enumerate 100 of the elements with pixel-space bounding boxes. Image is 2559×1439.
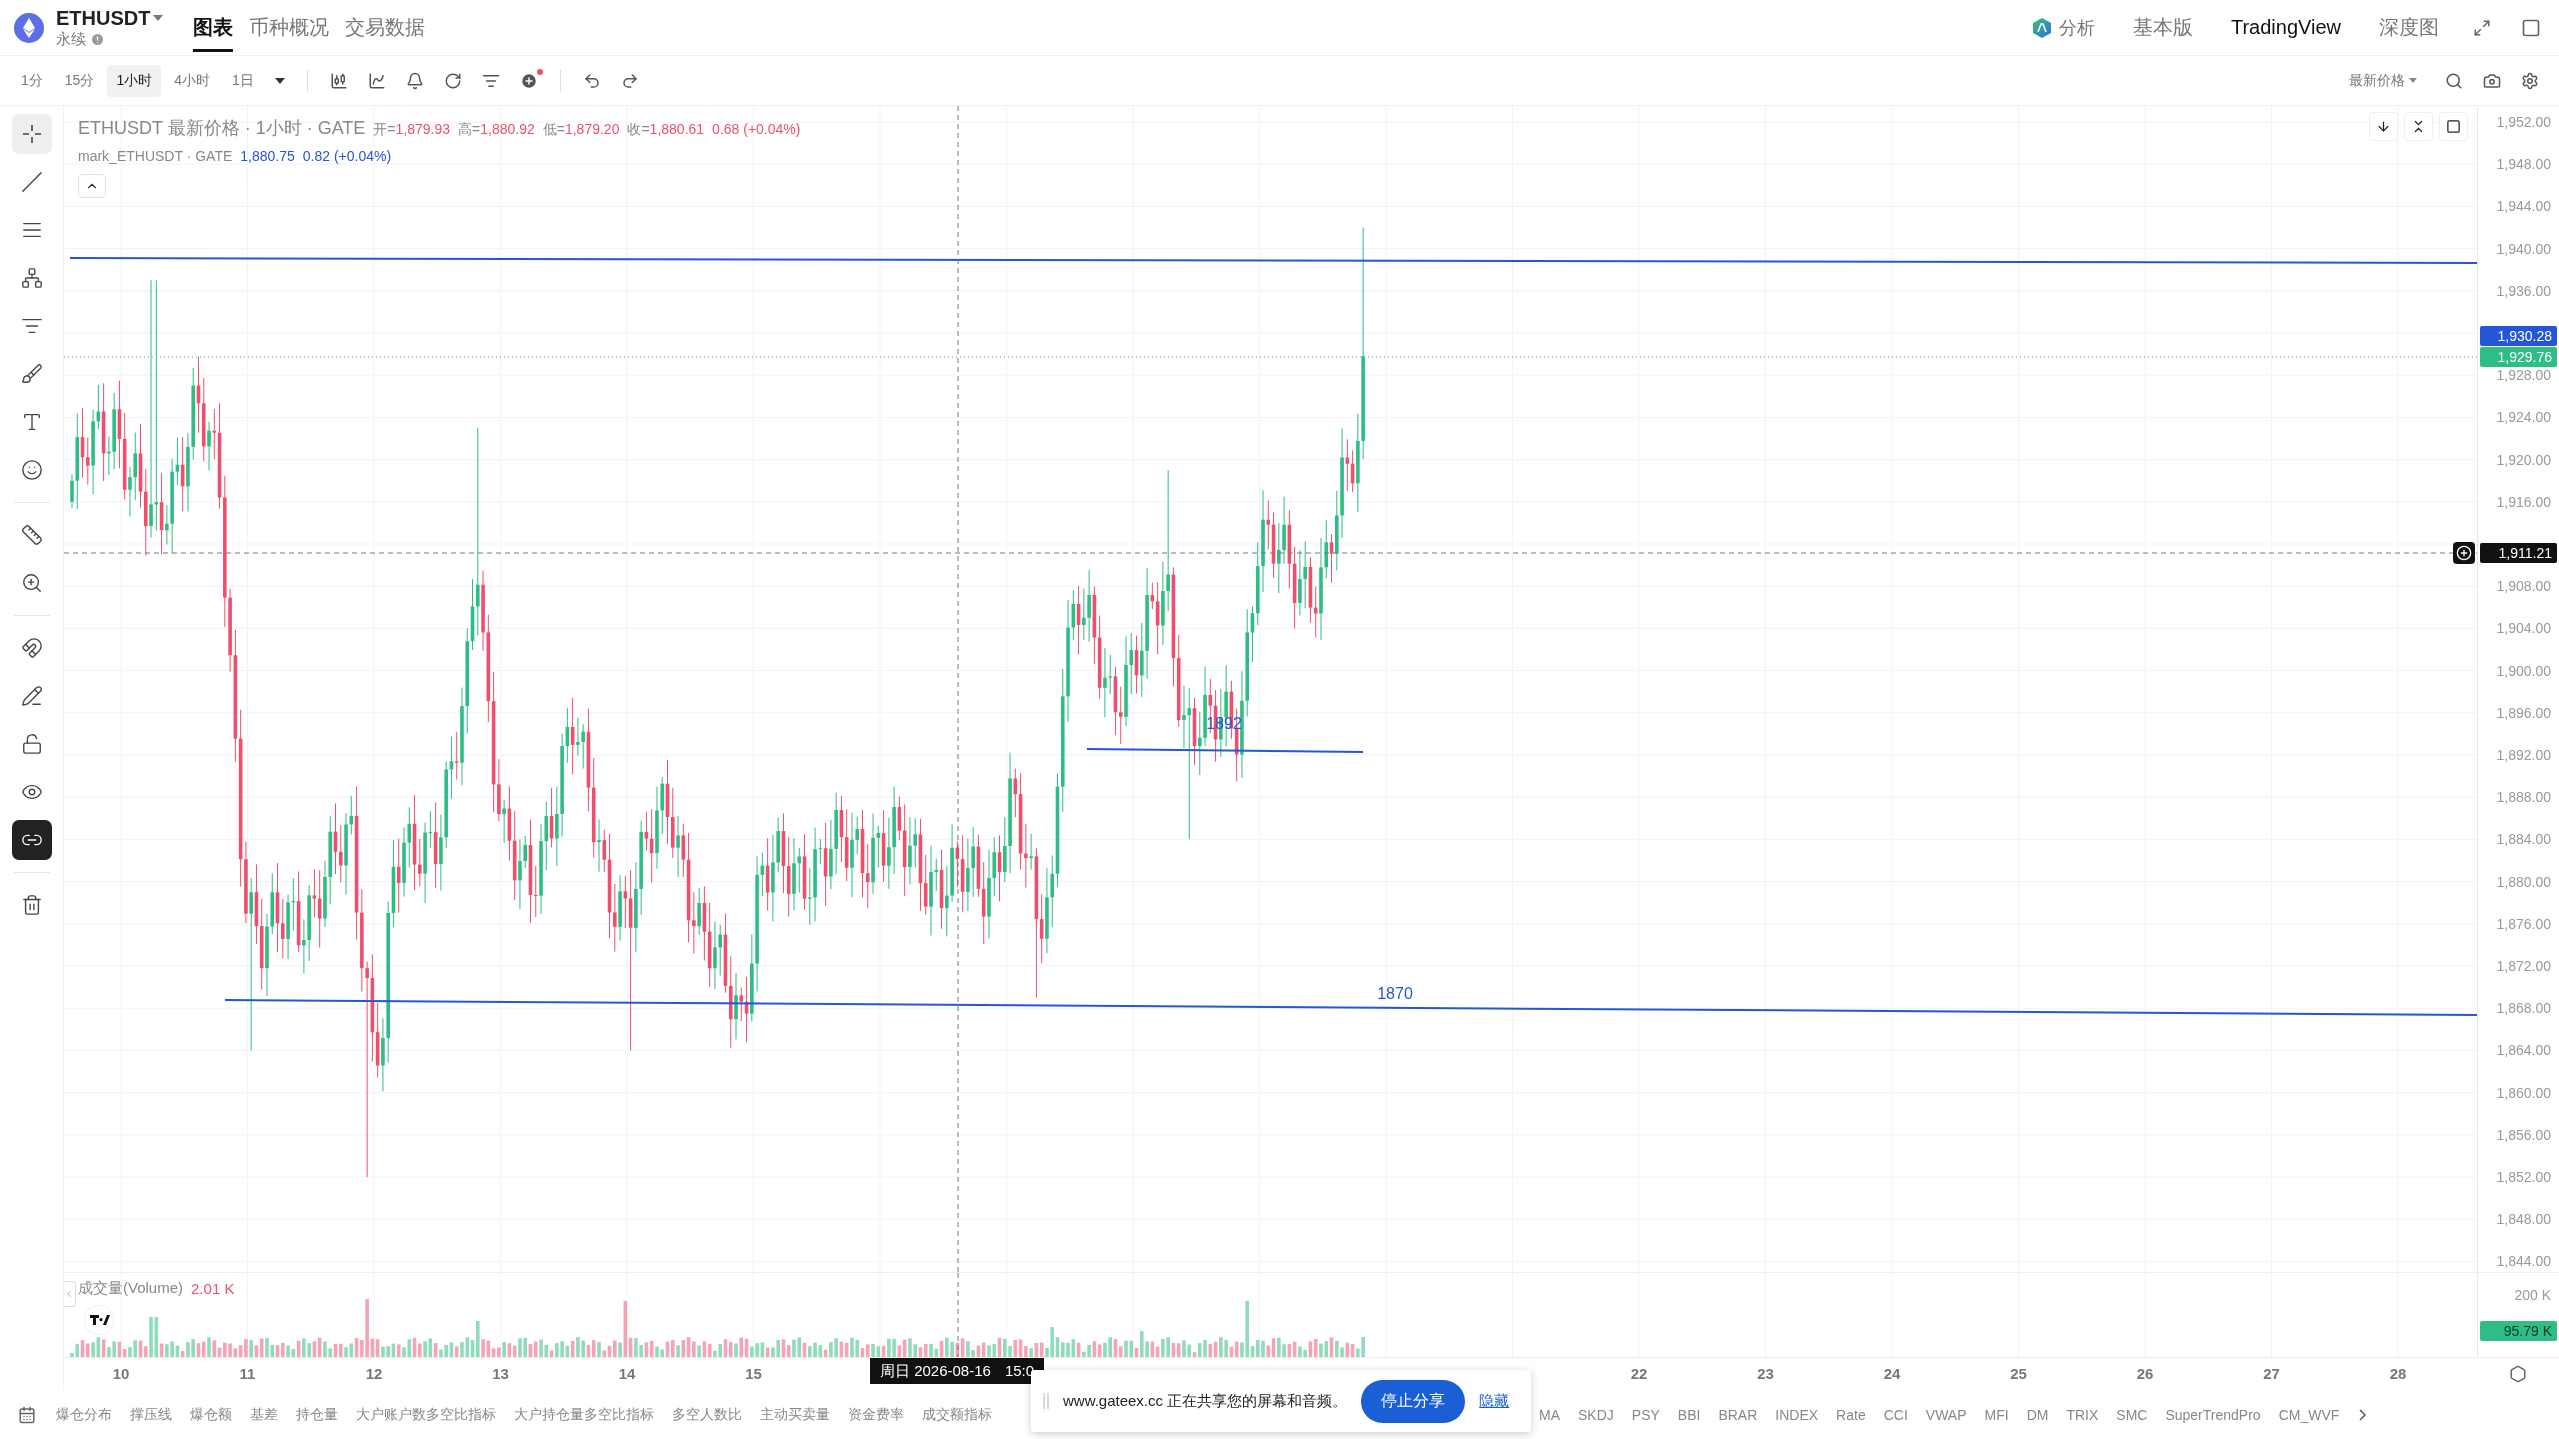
price-axis-label: 1,908.00 (2496, 578, 2551, 595)
price-axis-label: 1,888.00 (2496, 789, 2551, 806)
add-order-button[interactable] (2453, 542, 2475, 564)
collapse-button[interactable] (2404, 112, 2433, 141)
indicator-tab[interactable]: MA (1539, 1406, 1560, 1423)
crosshair-price-tag: 1,911.21 (2480, 543, 2557, 563)
price-axis-label: 1,876.00 (2496, 915, 2551, 932)
time-axis-label: 15 (745, 1365, 762, 1382)
caret-icon (2409, 78, 2417, 83)
price-source-select[interactable]: 最新价格 (2343, 70, 2423, 91)
view-tab[interactable]: 深度图 (2373, 13, 2445, 42)
plus-icon (2456, 545, 2472, 561)
coin-logo-icon (14, 12, 44, 43)
view-tab[interactable]: TradingView (2224, 15, 2347, 40)
interval-tab[interactable]: 1日 (222, 64, 263, 97)
crosshair-date: 周日 2026-08-16 (880, 1362, 991, 1380)
price-axis-label: 1,848.00 (2496, 1211, 2551, 1228)
time-axis-label: 22 (1630, 1365, 1648, 1382)
price-axis-label: 1,884.00 (2496, 831, 2551, 848)
indicator-tab[interactable]: VWAP (1925, 1406, 1967, 1423)
camera-icon (2483, 71, 2501, 90)
time-axis-label: 14 (618, 1365, 636, 1382)
indicator-tab[interactable]: TRIX (2066, 1406, 2099, 1423)
price-axis-label: 1,868.00 (2496, 1000, 2551, 1017)
scroll-right-button[interactable] (2357, 1406, 2369, 1423)
stop-share-button[interactable]: 停止分享 (1361, 1379, 1466, 1423)
analysis-button[interactable]: 分析 (2024, 14, 2101, 41)
scroll-down-button[interactable] (2369, 112, 2398, 141)
tradingview-logo-icon (84, 1305, 114, 1335)
indicator-tab[interactable]: 基差 (250, 1405, 278, 1424)
info-icon[interactable] (92, 33, 103, 45)
indicator-tab[interactable]: 爆仓额 (190, 1405, 232, 1424)
interval-tab[interactable]: 1小时 (107, 64, 162, 97)
indicator-tab[interactable]: 多空人数比 (672, 1405, 742, 1424)
trend-line[interactable] (1086, 748, 1364, 753)
hide-link[interactable]: 隐藏 (1479, 1391, 1510, 1411)
indicator-tab[interactable]: DM (2026, 1406, 2049, 1423)
indicator-tab[interactable]: 爆仓分布 (56, 1405, 112, 1424)
trend-line[interactable] (224, 999, 2477, 1016)
indicator-tab[interactable]: 大户账户数多空比指标 (356, 1405, 496, 1424)
indicator-tab[interactable]: 大户持仓量多空比指标 (514, 1405, 654, 1424)
indicator-tab[interactable]: BBI (1677, 1406, 1701, 1423)
price-axis-label: 1,928.00 (2496, 367, 2551, 384)
indicator-tab[interactable]: 持仓量 (296, 1405, 338, 1424)
indicator-tab[interactable]: 成交额指标 (922, 1405, 992, 1424)
candlestick-icon (329, 71, 348, 90)
chart-legend-title: ETHUSDT 最新价格 · 1小时 · GATE (78, 117, 366, 140)
indicator-tab[interactable]: 撑压线 (130, 1405, 172, 1424)
crosshair-tool[interactable] (11, 114, 52, 154)
brush-icon (20, 363, 43, 385)
price-axis-label: 1,900.00 (2496, 662, 2551, 679)
expand-icon (2473, 18, 2491, 37)
caret-icon[interactable] (153, 15, 164, 21)
indicator-tab[interactable]: SuperTrendPro (2165, 1406, 2261, 1423)
symbol-title[interactable]: ETHUSDT (56, 6, 151, 30)
refresh-icon (443, 71, 462, 90)
time-axis-label: 26 (2136, 1365, 2154, 1382)
price-axis-label: 1,892.00 (2496, 747, 2551, 763)
indicator-tab[interactable]: SKDJ (1578, 1406, 1614, 1423)
interval-tab[interactable]: 4小时 (165, 64, 219, 97)
time-axis-label: 12 (365, 1365, 383, 1382)
interval-tab[interactable]: 1分 (12, 64, 52, 97)
ohlc-label: 收= (627, 121, 650, 139)
indicator-tab[interactable]: Rate (1836, 1406, 1866, 1423)
calendar-icon (18, 1405, 36, 1424)
lock-icon (20, 733, 43, 755)
contract-type: 永续 (56, 29, 86, 49)
page-tab[interactable]: 币种概况 (249, 13, 330, 52)
page-tab[interactable]: 交易数据 (345, 13, 426, 52)
price-axis-label: 1,952.00 (2496, 114, 2551, 130)
indicator-tab[interactable]: PSY (1631, 1406, 1660, 1423)
link-tool[interactable] (11, 820, 52, 860)
search-icon (2445, 71, 2463, 90)
price-axis-label: 1,860.00 (2496, 1084, 2551, 1101)
time-axis-label: 24 (1883, 1365, 1901, 1382)
trend-line[interactable] (69, 257, 2477, 264)
indicator-tab[interactable]: 主动买卖量 (760, 1405, 830, 1424)
price-axis-label: 1,864.00 (2496, 1042, 2551, 1059)
volume-tag: 95.79 K (2480, 1321, 2557, 1341)
square-icon (2446, 119, 2461, 134)
indicator-tab[interactable]: CCI (1883, 1406, 1908, 1423)
indicator-tab[interactable]: 资金费率 (848, 1405, 904, 1424)
view-tab[interactable]: 基本版 (2126, 13, 2199, 42)
bell-icon (405, 71, 424, 90)
chevron-left-icon (64, 1289, 74, 1299)
volume-axis-label: 200 K (2514, 1287, 2551, 1303)
interval-tab[interactable]: 15分 (55, 64, 104, 97)
delete-icon (20, 894, 43, 916)
mark-price-change: 0.82 (+0.04%) (302, 148, 392, 164)
measure-icon (20, 524, 43, 546)
price-axis-label: 1,924.00 (2496, 409, 2551, 426)
drag-handle-icon[interactable] (1043, 1393, 1049, 1409)
indicator-tab[interactable]: SMC (2116, 1406, 2148, 1423)
indicator-tab[interactable]: MFI (1984, 1406, 2009, 1423)
fit-button[interactable] (2439, 112, 2468, 141)
page-tab[interactable]: 图表 (193, 13, 234, 52)
ohlc-value: 1,880.92 (480, 121, 535, 137)
indicator-tab[interactable]: CM_WVF (2278, 1406, 2340, 1423)
indicator-tab[interactable]: BRAR (1718, 1406, 1758, 1423)
indicator-tab[interactable]: INDEX (1775, 1406, 1819, 1423)
